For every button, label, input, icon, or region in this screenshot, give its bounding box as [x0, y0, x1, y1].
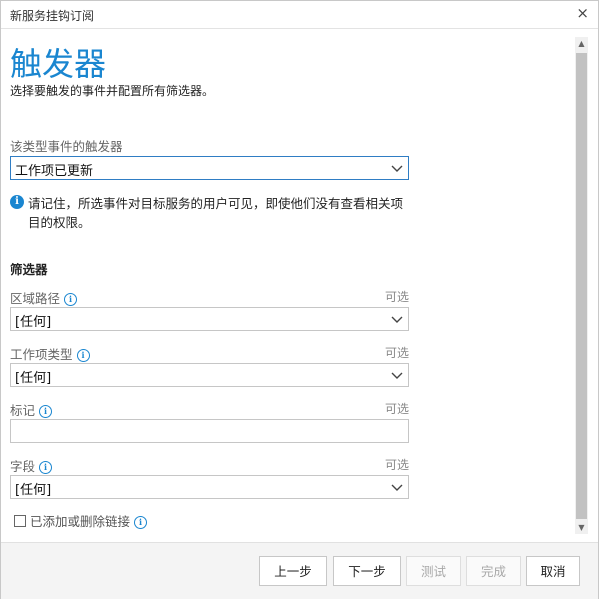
tag-input[interactable] — [10, 419, 409, 443]
info-icon: i — [10, 195, 24, 209]
notice-text: 请记住，所选事件对目标服务的用户可见，即使他们没有查看相关项目的权限。 — [28, 196, 404, 230]
close-icon[interactable]: × — [576, 5, 589, 21]
trigger-label: 该类型事件的触发器 — [10, 139, 123, 154]
page-title: 触发器 — [10, 45, 107, 83]
optional-text: 可选 — [384, 290, 409, 304]
optional-text: 可选 — [384, 402, 409, 416]
info-icon[interactable]: i — [39, 405, 53, 418]
info-icon[interactable]: i — [76, 349, 90, 362]
trigger-select[interactable]: 工作项已更新 — [10, 156, 409, 180]
links-checkbox[interactable] — [14, 515, 26, 527]
area-path-value: [任何] — [15, 315, 52, 330]
info-icon[interactable]: i — [134, 516, 148, 529]
chevron-down-icon — [391, 165, 403, 172]
scrollbar-thumb[interactable] — [576, 53, 587, 519]
test-button[interactable]: 测试 — [406, 556, 461, 586]
optional-text: 可选 — [384, 346, 409, 360]
work-item-type-value: [任何] — [15, 371, 52, 386]
area-path-select[interactable]: [任何] — [10, 307, 409, 331]
work-item-type-select[interactable]: [任何] — [10, 363, 409, 387]
next-button[interactable]: 下一步 — [333, 556, 401, 586]
filters-heading: 筛选器 — [10, 262, 48, 277]
scroll-up-icon[interactable]: ▲ — [575, 37, 588, 50]
work-item-type-label: 工作项类型 i — [10, 344, 90, 363]
title-bar: 新服务挂钩订阅 × — [1, 1, 598, 29]
field-value: [任何] — [15, 483, 52, 498]
finish-button[interactable]: 完成 — [466, 556, 521, 586]
info-icon[interactable]: i — [39, 461, 53, 474]
content-area: 触发器 选择要触发的事件并配置所有筛选器。 该类型事件的触发器 工作项已更新 i… — [1, 29, 571, 541]
info-icon[interactable]: i — [64, 293, 78, 306]
area-path-label: 区域路径 i — [10, 288, 78, 307]
field-select[interactable]: [任何] — [10, 475, 409, 499]
vertical-scrollbar[interactable]: ▲ ▼ — [575, 37, 588, 534]
chevron-down-icon — [391, 484, 403, 491]
tag-label: 标记 i — [10, 400, 53, 419]
chevron-down-icon — [391, 372, 403, 379]
chevron-down-icon — [391, 316, 403, 323]
links-checkbox-label: 已添加或删除链接 — [30, 514, 131, 529]
page-subtitle: 选择要触发的事件并配置所有筛选器。 — [10, 84, 215, 98]
cancel-button[interactable]: 取消 — [526, 556, 580, 586]
links-checkbox-row[interactable]: 已添加或删除链接 i — [14, 511, 148, 530]
trigger-select-value: 工作项已更新 — [15, 164, 94, 179]
field-label: 字段 i — [10, 456, 53, 475]
optional-text: 可选 — [384, 458, 409, 472]
previous-button[interactable]: 上一步 — [259, 556, 327, 586]
window-title: 新服务挂钩订阅 — [10, 9, 95, 23]
scroll-down-icon[interactable]: ▼ — [575, 521, 588, 534]
dialog: 新服务挂钩订阅 × 触发器 选择要触发的事件并配置所有筛选器。 该类型事件的触发… — [0, 0, 599, 599]
dialog-footer: 上一步 下一步 测试 完成 取消 — [1, 542, 598, 599]
